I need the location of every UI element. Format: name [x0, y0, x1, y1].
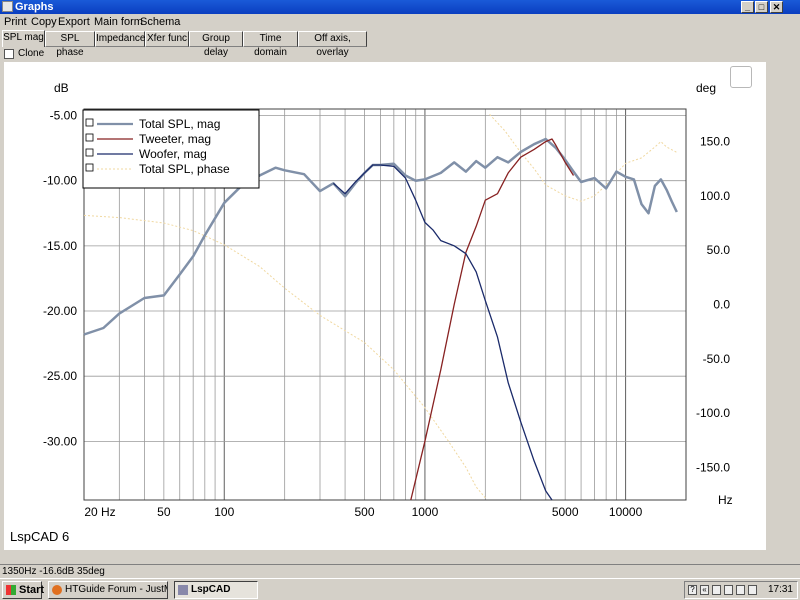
- y-left-tick-label: -15.00: [43, 239, 77, 253]
- menu-print[interactable]: Print: [4, 16, 27, 28]
- graph-panel: -5.00 -10.00 -15.00 -20.00 -25.00 -30.00 150.0…: [4, 62, 766, 550]
- window-title-bar: Graphs _ □ ✕: [0, 0, 800, 14]
- security-icon[interactable]: [748, 585, 757, 595]
- y-right-tick-label: 150.0: [700, 135, 730, 149]
- volume-icon[interactable]: [712, 585, 721, 595]
- y-left-tick-label: -25.00: [43, 369, 77, 383]
- y-right-tick-label: 0.0: [713, 298, 730, 312]
- maximize-button[interactable]: □: [755, 1, 768, 13]
- y-right-tick-label: -150.0: [696, 460, 730, 474]
- taskbar: Start HTGuide Forum - JustML... LspCAD ?…: [0, 578, 800, 600]
- system-tray: ? « 17:31: [684, 581, 798, 599]
- browser-icon: [52, 585, 62, 595]
- app-icon: [2, 1, 13, 12]
- start-button[interactable]: Start: [2, 581, 45, 599]
- back-icon[interactable]: «: [700, 585, 709, 595]
- taskbar-item-label: LspCAD: [191, 584, 231, 595]
- taskbar-item-htguide[interactable]: HTGuide Forum - JustML...: [48, 581, 168, 599]
- status-bar: 1350Hz -16.6dB 35deg: [0, 564, 800, 578]
- menu-main-form[interactable]: Main form: [94, 16, 143, 28]
- graph-corner-box[interactable]: [730, 66, 752, 88]
- clone-label: Clone: [18, 48, 45, 59]
- close-button[interactable]: ✕: [770, 1, 783, 13]
- taskbar-item-label: HTGuide Forum - JustML...: [65, 584, 167, 595]
- tab-group-delay[interactable]: Group delay: [189, 31, 243, 58]
- x-tick-label: 1000: [412, 505, 439, 519]
- x-unit-label: Hz: [718, 493, 733, 507]
- legend-label: Total SPL, phase: [139, 162, 230, 176]
- minimize-button[interactable]: _: [741, 1, 754, 13]
- battery-icon[interactable]: [724, 585, 733, 595]
- x-tick-label: 50: [157, 505, 171, 519]
- windows-logo-icon: [6, 585, 16, 595]
- y-left-tick-label: -10.00: [43, 174, 77, 188]
- tab-xfer-func[interactable]: Xfer func: [145, 31, 189, 47]
- tab-off-axis-overlay[interactable]: Off axis, overlay: [298, 31, 367, 58]
- help-icon[interactable]: ?: [688, 585, 697, 595]
- series-line-woofer-mag: [332, 164, 553, 501]
- clone-checkbox-box[interactable]: [4, 49, 14, 59]
- window-right-frame: [776, 30, 800, 564]
- spl-chart[interactable]: -5.00 -10.00 -15.00 -20.00 -25.00 -30.00 150.0…: [4, 62, 766, 550]
- lspcad-watermark: LspCAD 6: [10, 529, 69, 544]
- legend-label: Tweeter, mag: [139, 132, 211, 146]
- y-left-tick-label: -5.00: [50, 109, 78, 123]
- menu-schema[interactable]: Schema: [140, 16, 180, 28]
- taskbar-item-lspcad[interactable]: LspCAD: [174, 581, 258, 599]
- x-tick-label: 10000: [609, 505, 643, 519]
- y-left-unit-label: dB: [54, 81, 69, 95]
- graph-tabs: SPL mag SPL phase Impedance Xfer func Gr…: [0, 30, 800, 58]
- legend-checkbox: [85, 148, 94, 157]
- menu-copy[interactable]: Copy: [31, 16, 57, 28]
- y-right-tick-label: 100.0: [700, 189, 730, 203]
- x-tick-label: 5000: [552, 505, 579, 519]
- y-left-tick-label: -30.00: [43, 434, 77, 448]
- y-right-tick-label: -50.0: [703, 352, 731, 366]
- legend-label: Total SPL, mag: [139, 117, 220, 131]
- y-right-unit-label: deg: [696, 81, 716, 95]
- y-left-tick-label: -20.00: [43, 304, 77, 318]
- lspcad-icon: [178, 585, 188, 595]
- clock: 17:31: [767, 584, 793, 595]
- tab-impedance[interactable]: Impedance: [95, 31, 145, 47]
- legend-checkbox: [85, 118, 94, 127]
- tab-time-domain[interactable]: Time domain: [243, 31, 298, 58]
- menu-export[interactable]: Export: [58, 16, 90, 28]
- tab-spl-phase[interactable]: SPL phase: [45, 31, 95, 58]
- y-right-tick-label: -100.0: [696, 406, 730, 420]
- legend-checkbox: [85, 163, 94, 172]
- window-title: Graphs: [15, 1, 54, 13]
- start-label: Start: [19, 584, 45, 596]
- x-tick-label: 100: [214, 505, 234, 519]
- legend-label: Woofer, mag: [139, 147, 207, 161]
- tab-spl-mag[interactable]: SPL mag: [2, 30, 45, 47]
- menu-bar: Print Copy Export Main form Schema: [0, 14, 800, 30]
- y-right-tick-label: 50.0: [707, 243, 731, 257]
- x-tick-label: 20 Hz: [84, 505, 115, 519]
- network-icon[interactable]: [736, 585, 745, 595]
- legend-checkbox: [85, 133, 94, 142]
- x-tick-label: 500: [355, 505, 375, 519]
